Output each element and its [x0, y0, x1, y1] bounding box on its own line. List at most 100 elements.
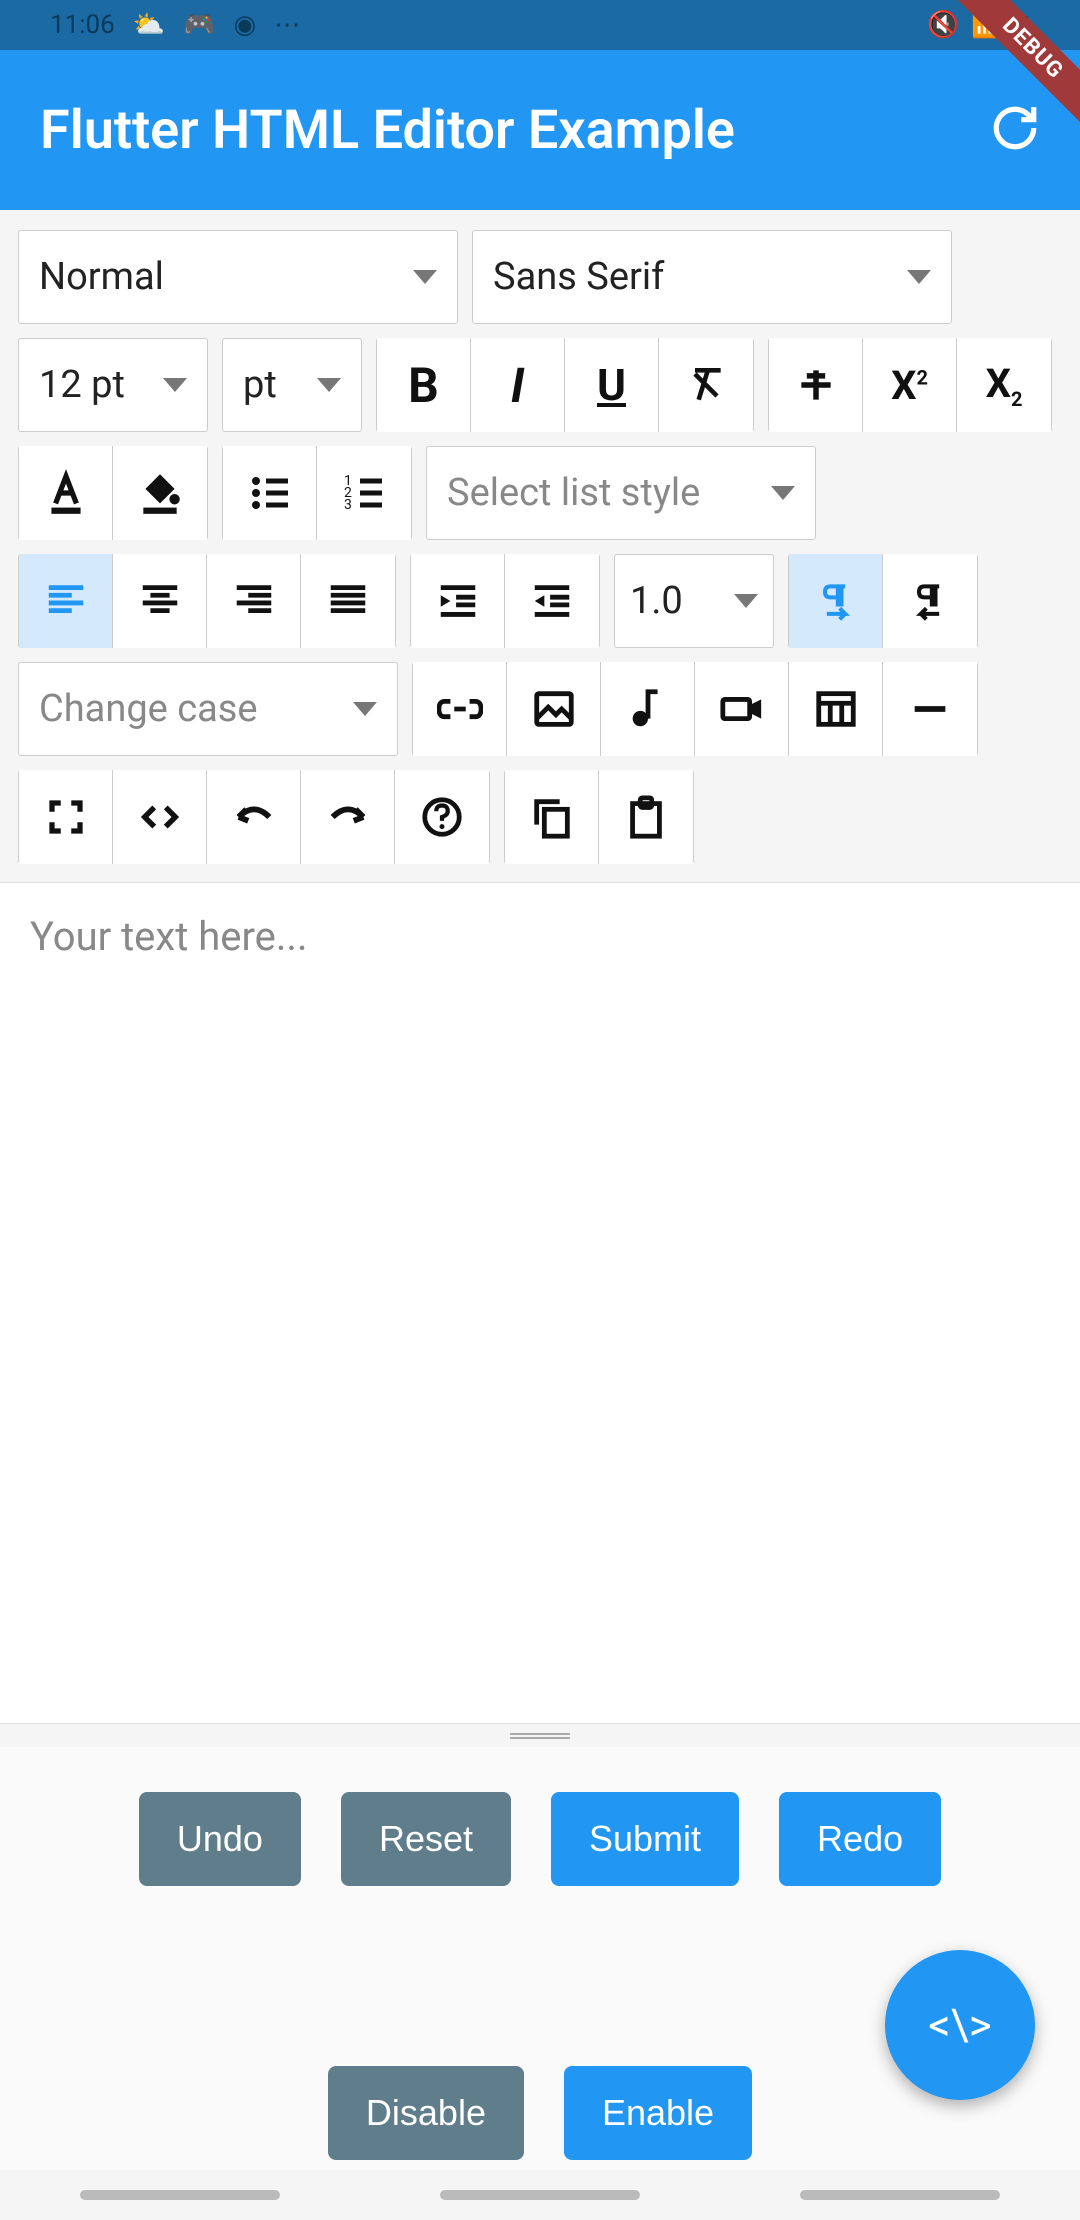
bold-button[interactable]: B: [377, 338, 471, 432]
direction-group: [788, 554, 978, 648]
subscript-button[interactable]: X2: [957, 338, 1051, 432]
font-family-dropdown[interactable]: Sans Serif: [472, 230, 952, 324]
nav-recent[interactable]: [80, 2190, 280, 2200]
numbered-list-icon: 123: [340, 469, 388, 517]
text-color-button[interactable]: [19, 446, 113, 540]
clear-format-button[interactable]: [659, 338, 753, 432]
clear-format-icon: [684, 363, 728, 407]
font-unit-dropdown[interactable]: pt: [222, 338, 362, 432]
refresh-button[interactable]: [990, 103, 1040, 157]
codeview-button[interactable]: [113, 770, 207, 864]
help-icon: [419, 794, 465, 840]
bullet-list-icon: [246, 469, 294, 517]
audio-button[interactable]: [601, 662, 695, 756]
fab-code-button[interactable]: <\>: [885, 1950, 1035, 2100]
xbox-icon: ◉: [234, 10, 257, 40]
align-right-icon: [231, 578, 277, 624]
rtl-icon: [908, 579, 952, 623]
indent-increase-button[interactable]: [411, 554, 505, 648]
video-icon: [719, 686, 765, 732]
strikethrough-button[interactable]: [769, 338, 863, 432]
color-group: [18, 446, 208, 540]
ltr-button[interactable]: [789, 554, 883, 648]
hr-button[interactable]: [883, 662, 977, 756]
chevron-down-icon: [413, 270, 437, 284]
change-case-dropdown[interactable]: Change case: [18, 662, 398, 756]
status-bar: 11:06 ⛅ 🎮 ◉ ⋯ 🔇 📶 ▮: [0, 0, 1080, 50]
insert-group: [412, 662, 978, 756]
table-button[interactable]: [789, 662, 883, 756]
rtl-button[interactable]: [883, 554, 977, 648]
undo-toolbar-button[interactable]: [207, 770, 301, 864]
table-icon: [813, 686, 859, 732]
redo-toolbar-button[interactable]: [301, 770, 395, 864]
bullet-list-button[interactable]: [223, 446, 317, 540]
fullscreen-icon: [45, 796, 87, 838]
chevron-down-icon: [163, 378, 187, 392]
redo-button[interactable]: Redo: [779, 1792, 941, 1886]
change-case-label: Change case: [39, 687, 258, 731]
system-nav-bar: [0, 2170, 1080, 2220]
align-right-button[interactable]: [207, 554, 301, 648]
game-icon: 🎮: [183, 10, 215, 40]
music-note-icon: [625, 686, 671, 732]
reset-button[interactable]: Reset: [341, 1792, 511, 1886]
paste-button[interactable]: [599, 770, 693, 864]
link-icon: [437, 686, 483, 732]
indent-group: [410, 554, 600, 648]
code-icon: [137, 794, 183, 840]
chevron-down-icon: [353, 702, 377, 716]
chevron-down-icon: [771, 486, 795, 500]
font-family-label: Sans Serif: [493, 255, 664, 299]
undo-button[interactable]: Undo: [139, 1792, 301, 1886]
text-style-group: B I U: [376, 338, 754, 432]
editor-placeholder: Your text here...: [30, 913, 1050, 960]
editor-toolbar: Normal Sans Serif 12 pt pt B I U: [0, 210, 1080, 883]
image-icon: [531, 686, 577, 732]
submit-button[interactable]: Submit: [551, 1792, 739, 1886]
indent-decrease-icon: [529, 578, 575, 624]
numbered-list-button[interactable]: 123: [317, 446, 411, 540]
line-height-dropdown[interactable]: 1.0: [614, 554, 774, 648]
image-button[interactable]: [507, 662, 601, 756]
fill-color-icon: [135, 468, 185, 518]
undo-icon: [231, 794, 277, 840]
enable-button[interactable]: Enable: [564, 2066, 752, 2160]
refresh-icon: [990, 103, 1040, 153]
list-group: 123: [222, 446, 412, 540]
highlight-color-button[interactable]: [113, 446, 207, 540]
fullscreen-button[interactable]: [19, 770, 113, 864]
horizontal-rule-icon: [907, 686, 953, 732]
disable-button[interactable]: Disable: [328, 2066, 524, 2160]
redo-icon: [325, 794, 371, 840]
nav-home[interactable]: [440, 2190, 640, 2200]
video-button[interactable]: [695, 662, 789, 756]
align-center-icon: [137, 578, 183, 624]
underline-button[interactable]: U: [565, 338, 659, 432]
mute-icon: 🔇: [927, 10, 959, 40]
line-height-label: 1.0: [630, 579, 683, 623]
italic-button[interactable]: I: [471, 338, 565, 432]
chevron-down-icon: [734, 594, 758, 608]
clipboard-group: [504, 770, 694, 864]
font-size-dropdown[interactable]: 12 pt: [18, 338, 208, 432]
indent-decrease-button[interactable]: [505, 554, 599, 648]
resize-handle[interactable]: [0, 1723, 1080, 1747]
list-style-dropdown[interactable]: Select list style: [426, 446, 816, 540]
align-justify-button[interactable]: [301, 554, 395, 648]
paragraph-style-dropdown[interactable]: Normal: [18, 230, 458, 324]
align-left-button[interactable]: [19, 554, 113, 648]
superscript-button[interactable]: X2: [863, 338, 957, 432]
link-button[interactable]: [413, 662, 507, 756]
font-size-label: 12 pt: [39, 363, 125, 407]
help-button[interactable]: [395, 770, 489, 864]
strikethrough-icon: [794, 363, 838, 407]
copy-button[interactable]: [505, 770, 599, 864]
script-group: X2 X2: [768, 338, 1052, 432]
align-group: [18, 554, 396, 648]
action-row-1: Undo Reset Submit Redo: [0, 1792, 1080, 1886]
nav-back[interactable]: [800, 2190, 1000, 2200]
list-style-label: Select list style: [447, 471, 700, 515]
editor-content[interactable]: Your text here...: [0, 883, 1080, 1723]
align-center-button[interactable]: [113, 554, 207, 648]
